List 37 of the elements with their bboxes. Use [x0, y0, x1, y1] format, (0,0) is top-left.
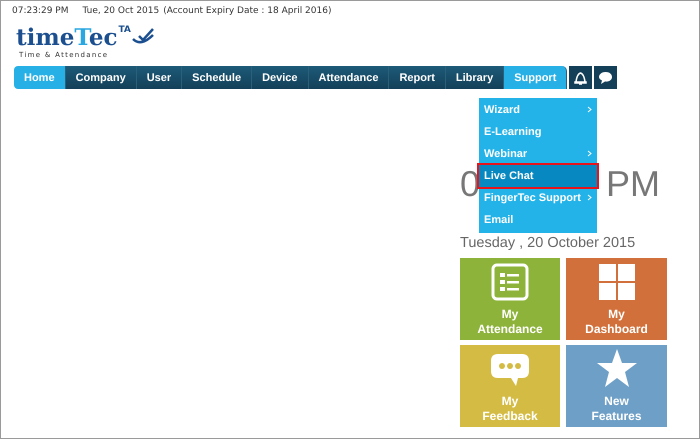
- bell-icon: [573, 70, 588, 86]
- account-expiry: (Account Expiry Date : 18 April 2016): [163, 6, 332, 16]
- nav-tab[interactable]: Library: [446, 66, 504, 89]
- notification-button[interactable]: [569, 66, 592, 89]
- speech-bubble-icon: [598, 70, 614, 84]
- nav-tab[interactable]: Report: [389, 66, 446, 89]
- dashboard-tile[interactable]: My Attendance: [460, 258, 560, 340]
- menu-item[interactable]: Email: [479, 209, 597, 231]
- nav-tab[interactable]: Support: [504, 66, 568, 89]
- menu-item[interactable]: Wizard: [479, 99, 597, 121]
- nav-tab[interactable]: Home: [14, 66, 66, 89]
- nav-tab[interactable]: Schedule: [182, 66, 252, 89]
- nav-tab[interactable]: Attendance: [308, 66, 390, 89]
- chat-button[interactable]: [594, 66, 618, 89]
- status-time: 07:23:29 PM: [12, 6, 68, 16]
- menu-item[interactable]: FingerTec Support: [479, 187, 597, 209]
- status-date: Tue, 20 Oct 2015: [82, 6, 160, 16]
- nav-tab[interactable]: Device: [252, 66, 309, 89]
- grid-icon: [598, 263, 636, 301]
- dashboard-tile[interactable]: My Feedback: [460, 345, 560, 427]
- menu-item[interactable]: Live Chat: [479, 165, 597, 187]
- nav-tab[interactable]: User: [136, 66, 182, 89]
- menu-item[interactable]: E-Learning: [479, 121, 597, 143]
- star-icon: [596, 348, 638, 388]
- clock-text: PM: [606, 162, 660, 206]
- nav-tab[interactable]: Company: [66, 66, 137, 89]
- date-text: Tuesday , 20 October 2015: [460, 235, 636, 252]
- logo-wordmark: timeTec: [16, 25, 118, 51]
- chevron-right-icon: [587, 149, 592, 159]
- list-icon: [491, 263, 529, 301]
- chevron-right-icon: [587, 105, 592, 115]
- dashboard-tile[interactable]: My Dashboard: [566, 258, 667, 340]
- dashboard-tile[interactable]: New Features: [566, 345, 667, 427]
- menu-item[interactable]: Webinar: [479, 143, 597, 165]
- chevron-right-icon: [587, 193, 592, 203]
- speech-bubble-icon: [490, 352, 530, 388]
- logo-superscript: TA: [118, 25, 131, 35]
